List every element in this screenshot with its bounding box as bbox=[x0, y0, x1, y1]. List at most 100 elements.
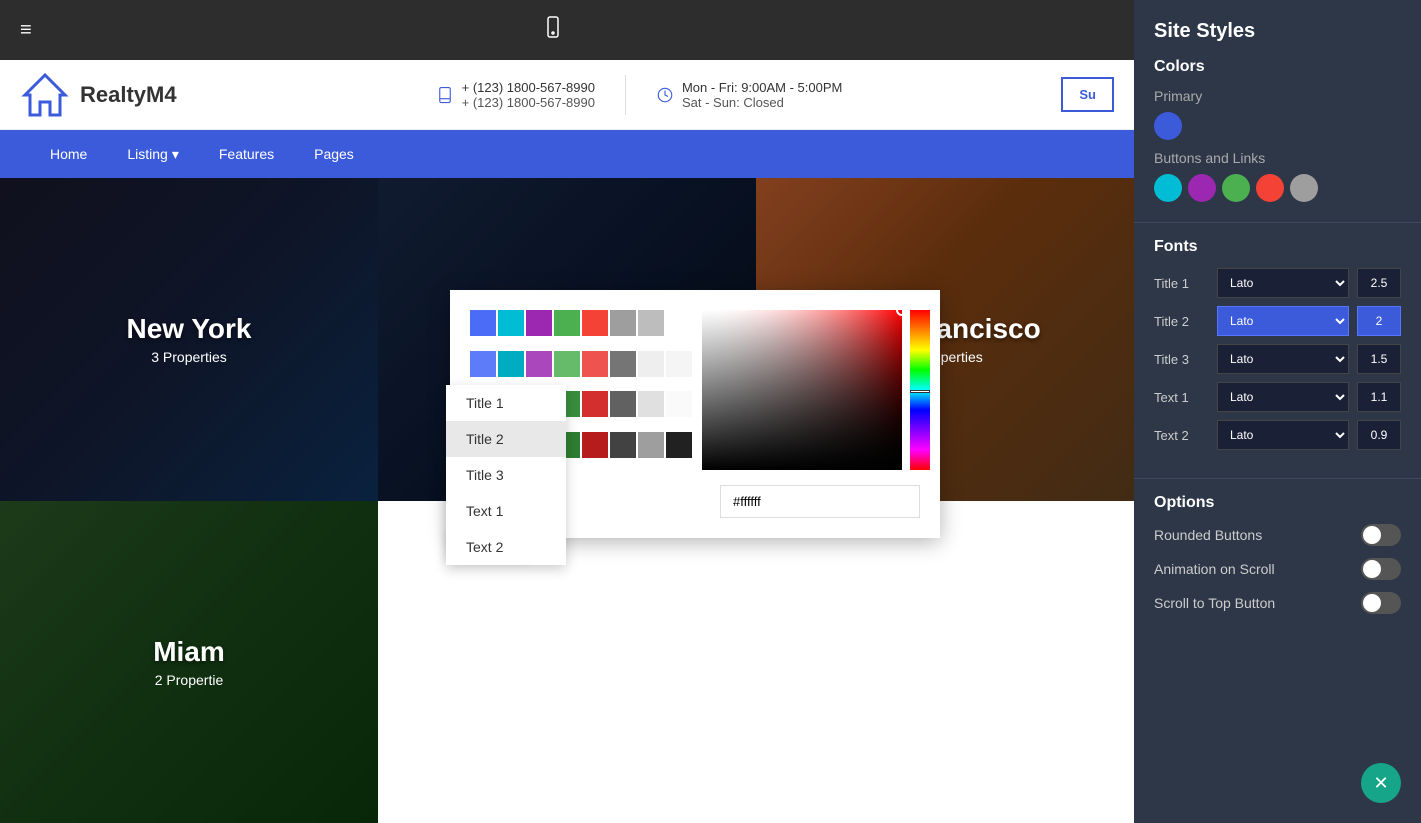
hue-slider[interactable] bbox=[910, 310, 930, 470]
property-count-new-york: 3 Properties bbox=[151, 349, 226, 365]
logo-area: RealtyM4 bbox=[20, 70, 177, 120]
font-label-title1: Title 1 bbox=[1154, 276, 1209, 291]
font-type-text2[interactable]: Text 2 bbox=[446, 529, 566, 565]
city-name-new-york: New York bbox=[126, 313, 251, 345]
font-select-title2[interactable]: Lato bbox=[1217, 306, 1349, 336]
color-swatch[interactable] bbox=[638, 391, 664, 417]
divider2 bbox=[1134, 478, 1421, 479]
btn-color-red[interactable] bbox=[1256, 174, 1284, 202]
color-swatch[interactable] bbox=[638, 351, 664, 377]
device-preview-icon[interactable] bbox=[541, 15, 565, 46]
phone-line1: + (123) 1800-567-8990 bbox=[462, 80, 595, 95]
color-swatch[interactable] bbox=[498, 351, 524, 377]
site-logo-text: RealtyM4 bbox=[80, 82, 177, 108]
color-swatch[interactable] bbox=[498, 310, 524, 336]
color-swatch[interactable] bbox=[554, 351, 580, 377]
btn-color-gray[interactable] bbox=[1290, 174, 1318, 202]
dropdown-arrow: ▾ bbox=[172, 146, 179, 163]
toggle-row-animation: Animation on Scroll bbox=[1154, 558, 1401, 580]
gradient-picker[interactable] bbox=[702, 310, 902, 470]
colors-section-title: Colors bbox=[1154, 58, 1401, 76]
hours-contact: Mon - Fri: 9:00AM - 5:00PM Sat - Sun: Cl… bbox=[656, 80, 842, 110]
fonts-section-title: Fonts bbox=[1154, 238, 1401, 256]
phone-icon bbox=[436, 86, 454, 104]
animation-scroll-toggle[interactable] bbox=[1361, 558, 1401, 580]
header-cta-button[interactable]: Su bbox=[1061, 77, 1114, 112]
color-swatch[interactable] bbox=[666, 391, 692, 417]
font-select-title3[interactable]: Lato bbox=[1217, 344, 1349, 374]
font-size-title2[interactable] bbox=[1357, 306, 1401, 336]
font-row-title1: Title 1 Lato bbox=[1154, 268, 1401, 298]
btn-color-purple[interactable] bbox=[1188, 174, 1216, 202]
close-icon: ✕ bbox=[1373, 773, 1388, 794]
colors-section: Colors Primary Buttons and Links bbox=[1134, 58, 1421, 217]
color-swatch[interactable] bbox=[470, 351, 496, 377]
hours-weekday: Mon - Fri: 9:00AM - 5:00PM bbox=[682, 80, 842, 95]
logo-icon bbox=[20, 70, 70, 120]
color-swatch[interactable] bbox=[582, 351, 608, 377]
color-swatch[interactable] bbox=[610, 310, 636, 336]
nav-features[interactable]: Features bbox=[199, 130, 294, 178]
font-size-text2[interactable] bbox=[1357, 420, 1401, 450]
right-panel: Site Styles Colors Primary Buttons and L… bbox=[1134, 0, 1421, 823]
toggle-row-scroll-top: Scroll to Top Button bbox=[1154, 592, 1401, 614]
color-swatch[interactable] bbox=[582, 310, 608, 336]
buttons-label: Buttons and Links bbox=[1154, 150, 1401, 166]
color-swatch[interactable] bbox=[610, 391, 636, 417]
nav-listing[interactable]: Listing ▾ bbox=[107, 130, 199, 178]
hex-input[interactable] bbox=[720, 485, 920, 518]
divider bbox=[625, 75, 626, 115]
color-swatch[interactable] bbox=[582, 391, 608, 417]
color-swatch[interactable] bbox=[610, 432, 636, 458]
close-button[interactable]: ✕ bbox=[1361, 763, 1401, 803]
color-swatch[interactable] bbox=[610, 351, 636, 377]
font-select-text2[interactable]: Lato bbox=[1217, 420, 1349, 450]
city-name-miami: Miam bbox=[153, 636, 225, 668]
scroll-top-toggle[interactable] bbox=[1361, 592, 1401, 614]
options-section-title: Options bbox=[1154, 494, 1401, 512]
color-swatch[interactable] bbox=[582, 432, 608, 458]
property-count-miami: 2 Propertie bbox=[155, 672, 223, 688]
font-type-dropdown[interactable]: Title 1 Title 2 Title 3 Text 1 Text 2 bbox=[446, 385, 566, 565]
font-row-title2: Title 2 Lato bbox=[1154, 306, 1401, 336]
font-type-title2[interactable]: Title 2 bbox=[446, 421, 566, 457]
font-size-text1[interactable] bbox=[1357, 382, 1401, 412]
phone-contact: + (123) 1800-567-8990 + (123) 1800-567-8… bbox=[436, 80, 595, 110]
property-overlay-new-york: New York 3 Properties bbox=[0, 178, 378, 501]
panel-title: Site Styles bbox=[1134, 0, 1421, 58]
hours-weekend: Sat - Sun: Closed bbox=[682, 95, 842, 110]
font-size-title3[interactable] bbox=[1357, 344, 1401, 374]
btn-color-green[interactable] bbox=[1222, 174, 1250, 202]
primary-color-swatch[interactable] bbox=[1154, 112, 1182, 140]
property-card-new-york[interactable]: New York 3 Properties bbox=[0, 178, 378, 501]
color-swatch[interactable] bbox=[666, 351, 692, 377]
font-type-title1[interactable]: Title 1 bbox=[446, 385, 566, 421]
color-swatch[interactable] bbox=[526, 351, 552, 377]
color-swatch[interactable] bbox=[638, 432, 664, 458]
toggle-row-rounded-buttons: Rounded Buttons bbox=[1154, 524, 1401, 546]
color-swatch[interactable] bbox=[638, 310, 664, 336]
nav-pages[interactable]: Pages bbox=[294, 130, 374, 178]
property-card-miami[interactable]: Miam 2 Propertie bbox=[0, 501, 378, 823]
options-section: Options Rounded Buttons Animation on Scr… bbox=[1134, 494, 1421, 641]
font-size-title1[interactable] bbox=[1357, 268, 1401, 298]
site-header: RealtyM4 + (123) 1800-567-8990 + (123) 1… bbox=[0, 60, 1134, 130]
font-type-text1[interactable]: Text 1 bbox=[446, 493, 566, 529]
color-swatch[interactable] bbox=[666, 432, 692, 458]
hamburger-icon[interactable]: ≡ bbox=[20, 19, 32, 42]
font-select-text1[interactable]: Lato bbox=[1217, 382, 1349, 412]
font-label-title3: Title 3 bbox=[1154, 352, 1209, 367]
primary-label: Primary bbox=[1154, 88, 1401, 104]
font-select-title1[interactable]: Lato bbox=[1217, 268, 1349, 298]
rounded-buttons-toggle[interactable] bbox=[1361, 524, 1401, 546]
fonts-section: Fonts Title 1 Lato Title 2 Lato Title 3 … bbox=[1134, 238, 1421, 473]
font-row-title3: Title 3 Lato bbox=[1154, 344, 1401, 374]
color-swatch[interactable] bbox=[470, 310, 496, 336]
color-swatch[interactable] bbox=[526, 310, 552, 336]
color-swatch[interactable] bbox=[666, 310, 692, 336]
color-swatch[interactable] bbox=[554, 310, 580, 336]
nav-home[interactable]: Home bbox=[30, 130, 107, 178]
btn-color-teal[interactable] bbox=[1154, 174, 1182, 202]
font-type-title3[interactable]: Title 3 bbox=[446, 457, 566, 493]
font-label-text1: Text 1 bbox=[1154, 390, 1209, 405]
